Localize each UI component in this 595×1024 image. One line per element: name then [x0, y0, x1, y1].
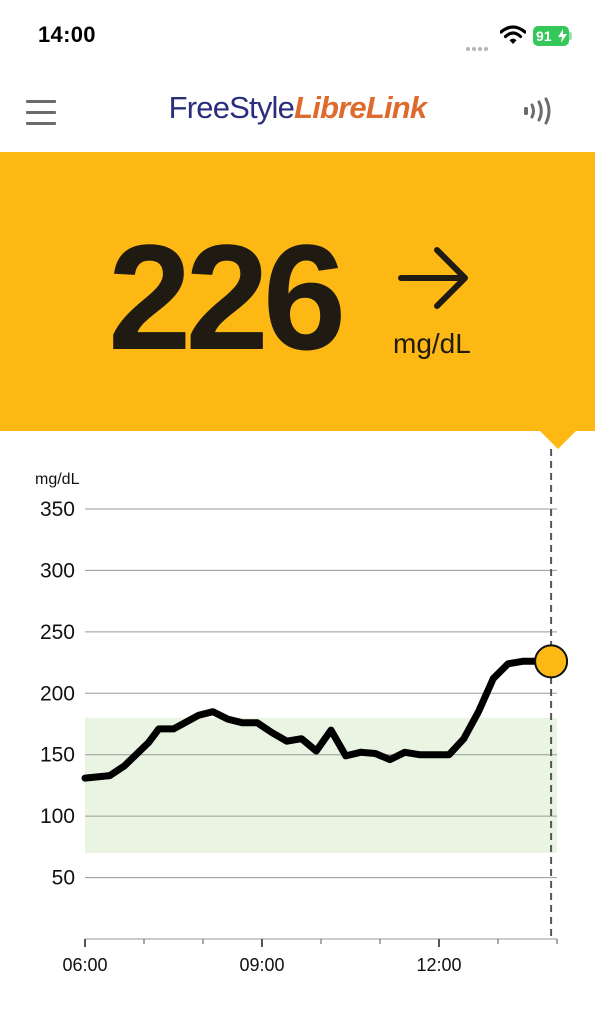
y-tick-label: 250: [40, 621, 75, 644]
y-tick-label: 50: [52, 867, 75, 890]
charging-bolt-icon: [558, 29, 567, 43]
y-tick-label: 150: [40, 744, 75, 767]
x-tick-label: 06:00: [62, 955, 107, 975]
app-logo: FreeStyleLibreLink: [0, 90, 595, 126]
current-reading-marker: [534, 644, 569, 679]
current-time-pointer: [540, 431, 576, 449]
glucose-unit: mg/dL: [393, 328, 471, 359]
status-time: 14:00: [38, 22, 96, 47]
glucose-value: 226: [108, 213, 346, 381]
y-tick-label: 300: [40, 559, 75, 582]
brand-librelink: LibreLink: [294, 90, 427, 125]
status-bar: 14:00 91: [0, 0, 595, 70]
y-tick-label: 200: [40, 682, 75, 705]
app-header: FreeStyleLibreLink: [0, 70, 595, 152]
wifi-icon: [500, 25, 526, 44]
glucose-history-chart: mg/dL 50 100 150 200 250 300 350 06:00 09:00 12:…: [35, 449, 569, 975]
nfc-scan-icon[interactable]: [522, 96, 558, 126]
signal-dots-icon: [466, 38, 494, 51]
y-tick-label: 350: [40, 498, 75, 521]
battery-charging-icon: 91: [533, 26, 569, 46]
battery-level: 91: [536, 28, 552, 44]
y-tick-label: 100: [40, 805, 75, 828]
arrow-right-icon: [398, 247, 468, 309]
battery-tip: [569, 32, 572, 40]
brand-freestyle: FreeStyle: [168, 90, 295, 125]
current-reading-panel: 226 mg/dL: [0, 152, 595, 431]
x-tick-label: 12:00: [416, 955, 461, 975]
x-tick-label: 09:00: [239, 955, 284, 975]
y-axis-unit-label: mg/dL: [35, 471, 80, 488]
